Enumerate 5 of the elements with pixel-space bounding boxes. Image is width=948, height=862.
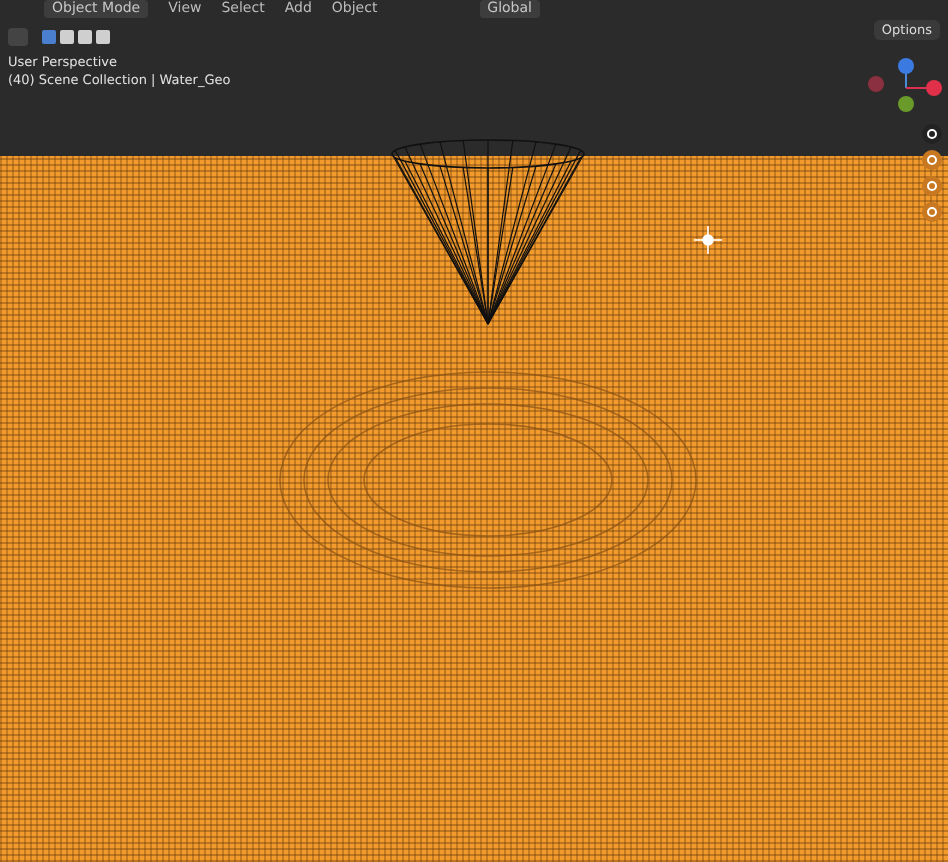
- select-mode-button[interactable]: [60, 29, 74, 43]
- axis-gizmo[interactable]: [868, 58, 942, 112]
- select-mode-button[interactable]: [96, 29, 110, 43]
- select-mode-button[interactable]: [78, 29, 92, 43]
- light-icon: [693, 225, 723, 255]
